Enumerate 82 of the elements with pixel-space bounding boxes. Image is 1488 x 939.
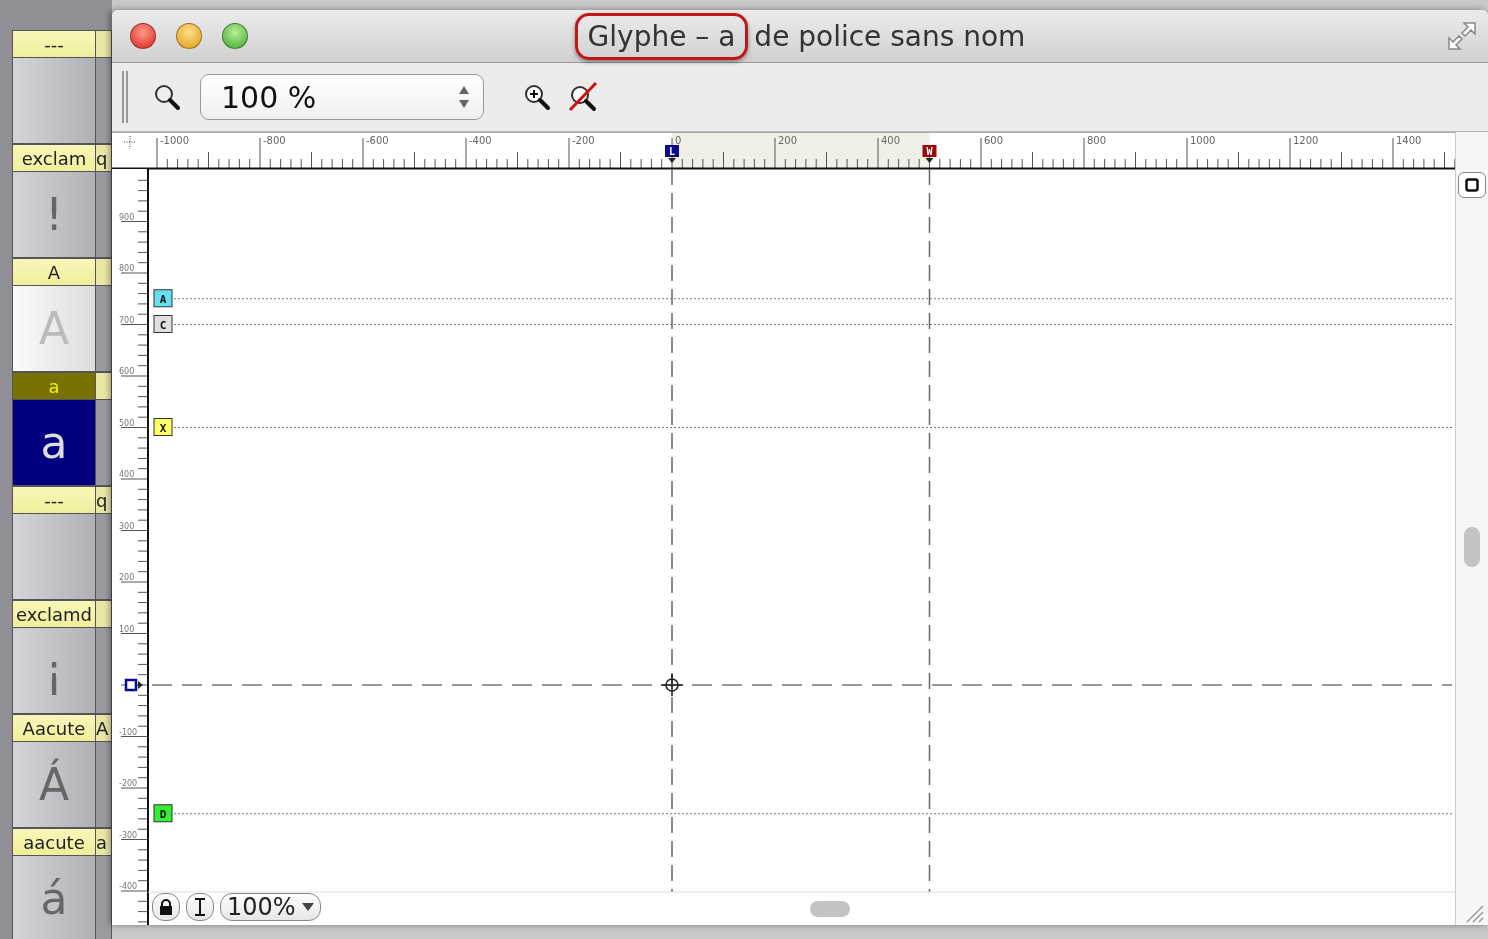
glyph-canvas[interactable]: -1000 -800 -600 -400 -200 0 200 400 600 800 1000 1200 1400 900 800 700 600 500 400 300 200 100 -100 -200 -300 -400 L W A C X D 100%	[112, 132, 1455, 925]
highlighted-window-title: Glyphe – a	[574, 12, 749, 60]
square-button[interactable]	[1458, 172, 1486, 198]
glyph-cell[interactable]	[96, 58, 112, 144]
glyph-cell[interactable]: a	[12, 400, 96, 486]
ruler-label: 400	[881, 135, 901, 146]
window-title: de police sans nom	[754, 18, 1026, 55]
square-icon	[1465, 178, 1479, 192]
text-cursor-icon	[193, 898, 207, 916]
text-tool-button[interactable]	[186, 893, 214, 921]
glyph-cell[interactable]	[96, 628, 112, 714]
ruler-label: 1000	[1190, 135, 1216, 146]
zoom-popup-button[interactable]: 100%	[220, 893, 321, 921]
search-icon[interactable]	[152, 82, 182, 112]
glyph-name-cell[interactable]: aacute	[12, 828, 96, 856]
ruler-label: 100	[119, 624, 135, 634]
minimize-button[interactable]	[176, 23, 202, 49]
caret-icon	[301, 903, 314, 911]
ruler-label: 200	[778, 135, 798, 146]
glyph-name-cell[interactable]: A	[96, 714, 112, 742]
ruler-label: 600	[119, 367, 135, 376]
glyph-name-cell[interactable]: q	[96, 144, 112, 172]
glyph-cell[interactable]	[96, 286, 112, 372]
ruler-label: -1000	[160, 135, 190, 146]
ruler-label: 1400	[1396, 135, 1422, 146]
ruler-label: 400	[119, 470, 135, 479]
glyph-cell[interactable]	[12, 514, 96, 600]
zoom-button[interactable]	[222, 23, 248, 49]
fullscreen-icon[interactable]	[1446, 20, 1478, 52]
glyph-name-cell[interactable]: a	[96, 828, 112, 856]
glyph-name-cell[interactable]	[96, 372, 112, 400]
ruler-label: -600	[366, 135, 389, 146]
ruler-label: -200	[119, 779, 138, 788]
guide-marker[interactable]: A	[153, 289, 173, 308]
guide-marker[interactable]: D	[153, 804, 173, 823]
ruler-label: 500	[119, 418, 135, 428]
ruler-label: -400	[119, 882, 138, 891]
ruler-label: -200	[572, 135, 595, 146]
ruler-label: 300	[119, 521, 135, 531]
ruler-label: -800	[263, 135, 286, 146]
baseline-marker-icon[interactable]	[124, 678, 143, 692]
glyph-cell[interactable]	[96, 172, 112, 258]
zoom-reset-icon[interactable]	[566, 80, 600, 114]
glyph-name-cell[interactable]: Aacute	[12, 714, 96, 742]
glyph-name-cell[interactable]: ---	[12, 486, 96, 514]
glyph-name-cell[interactable]	[96, 600, 112, 628]
close-button[interactable]	[130, 23, 156, 49]
origin-icon[interactable]	[660, 673, 684, 697]
lock-icon	[159, 899, 173, 915]
ruler-label: 600	[984, 135, 1004, 146]
glyph-name-cell[interactable]: exclam	[12, 144, 96, 172]
ruler-label: -400	[469, 135, 492, 146]
glyph-cell[interactable]	[96, 514, 112, 600]
zoom-in-icon[interactable]	[522, 82, 552, 112]
guide-marker[interactable]: C	[153, 315, 173, 333]
ruler-label: -100	[119, 727, 138, 737]
lock-button[interactable]	[152, 893, 180, 921]
crosshair-icon[interactable]	[123, 135, 136, 150]
ruler-label: 700	[119, 315, 135, 325]
ruler-label: 200	[119, 573, 135, 582]
glyph-cell[interactable]	[96, 742, 112, 828]
ruler-label: 800	[1087, 135, 1107, 146]
ruler-label: 0	[675, 135, 682, 146]
ruler-label: -300	[119, 830, 138, 840]
ruler-label: 1200	[1293, 135, 1319, 146]
zoom-field[interactable]: 100 %	[200, 74, 484, 120]
glyph-name-cell[interactable]	[96, 258, 112, 286]
glyph-name-cell[interactable]	[96, 30, 112, 58]
glyph-cell[interactable]	[96, 400, 112, 486]
ruler-label: 900	[119, 212, 135, 222]
glyph-name-cell[interactable]: q	[96, 486, 112, 514]
glyph-name-cell[interactable]: A	[12, 258, 96, 286]
glyph-name-cell[interactable]: a	[12, 372, 96, 400]
ruler-label: 800	[119, 264, 135, 273]
glyph-cell[interactable]	[12, 58, 96, 144]
glyph-name-cell[interactable]: ---	[12, 30, 96, 58]
glyph-cell[interactable]	[96, 856, 112, 939]
vertical-ruler[interactable]	[112, 168, 149, 925]
guide-marker[interactable]: X	[153, 418, 173, 436]
glyph-name-cell[interactable]: exclamd	[12, 600, 96, 628]
scrollbar-thumb[interactable]	[1464, 527, 1480, 567]
scrollbar-thumb[interactable]	[810, 901, 850, 917]
